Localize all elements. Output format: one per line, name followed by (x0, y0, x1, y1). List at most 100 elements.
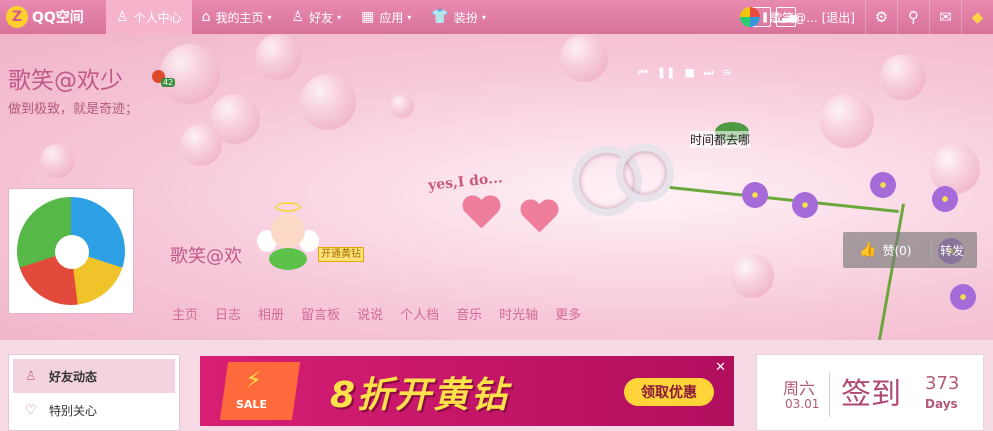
wedding-ring (616, 144, 674, 202)
thumbs-up-icon: 👍 (859, 242, 877, 258)
tag-bubble-text[interactable]: 时间都去哪 (690, 131, 751, 148)
decor-bead (180, 124, 222, 166)
claim-discount-button[interactable]: 领取优惠 (624, 378, 714, 406)
nav-my-homepage-label: 我的主页 (215, 10, 264, 25)
top-navigation-bar: Z QQ空间 ♙ 个人中心 ⌂ 我的主页 ▾ ♙ 好友 ▾ ▦ 应用 ▾ 👕 装… (0, 0, 993, 34)
decor-bead (40, 144, 74, 178)
decor-flower (930, 184, 960, 214)
profile-tab-album[interactable]: 相册 (258, 304, 284, 323)
decor-bead (300, 74, 356, 130)
user-avatar-small[interactable] (740, 7, 761, 27)
close-icon[interactable]: ✕ (715, 360, 726, 375)
nav-personal-center[interactable]: ♙ 个人中心 (106, 0, 192, 34)
checkin-day-unit: Days (925, 397, 958, 411)
topbar-user-area: 歌笑@... [退出] ⚙ ⚲ ✉ ◆ (740, 0, 993, 34)
logout-link[interactable]: [退出] (822, 9, 855, 26)
lightning-icon: ⚡ (246, 368, 262, 393)
profile-tab-profile[interactable]: 个人档 (400, 304, 439, 323)
decor-bead (820, 94, 874, 148)
music-player-controls: ⏮ ❚❚ ■ ⏭ ≡ (638, 66, 732, 80)
profile-signature: 做到极致，就是奇迹； (8, 102, 139, 117)
heart-icon: ♡ (25, 402, 37, 418)
profile-tab-home[interactable]: 主页 (172, 304, 198, 323)
chevron-down-icon: ▾ (267, 12, 272, 22)
stop-icon[interactable]: ■ (684, 66, 694, 80)
person-icon: ♙ (116, 9, 129, 25)
chevron-down-icon: ▾ (337, 12, 342, 22)
profile-avatar-frame[interactable] (8, 188, 134, 314)
qzone-logo-text: QQ空间 (32, 10, 84, 26)
halo-icon (275, 202, 301, 212)
nav-apps[interactable]: ▦ 应用 ▾ (351, 0, 421, 34)
promo-title: 8折开黄钻 (330, 375, 510, 416)
angel-pendant[interactable] (257, 202, 319, 272)
user-name-short[interactable]: 歌笑@... (770, 9, 817, 26)
gear-icon[interactable]: ⚙ (865, 0, 897, 34)
checkin-button[interactable]: 签到 (841, 369, 901, 413)
pause-icon[interactable]: ❚❚ (657, 66, 675, 80)
share-button[interactable]: 转发 (931, 239, 964, 261)
owner-name: 歌笑@欢 (170, 246, 242, 267)
decor-flower (948, 282, 978, 312)
like-share-box: 👍 赞(0) 转发 (843, 232, 977, 268)
qzone-logo[interactable]: Z QQ空间 (0, 0, 106, 34)
banner-yes-text: yes,I do... (427, 170, 504, 194)
nav-decorate-label: 装扮 (453, 10, 478, 25)
playlist-icon[interactable]: ≡ (723, 66, 732, 80)
promo-ad-banner[interactable]: ⚡ SALE 8折开黄钻 领取优惠 ✕ (200, 356, 734, 426)
level-number: 42 (161, 78, 176, 87)
previous-track-icon[interactable]: ⏮ (638, 66, 648, 80)
decor-flower (740, 180, 770, 210)
nav-my-homepage[interactable]: ⌂ 我的主页 ▾ (192, 0, 282, 34)
nav-friends-label: 好友 (309, 10, 334, 25)
nav-friends[interactable]: ♙ 好友 ▾ (282, 0, 352, 34)
chevron-down-icon: ▾ (481, 12, 486, 22)
profile-display-name[interactable]: 歌笑@欢少 (8, 61, 123, 95)
sidebar-item-special-care[interactable]: ♡ 特别关心 (13, 393, 175, 427)
nav-decorate[interactable]: 👕 装扮 ▾ (421, 0, 495, 34)
profile-nav: 主页 日志 相册 留言板 说说 个人档 音乐 时光轴 更多 (172, 304, 598, 323)
sidebar-item-friend-feed[interactable]: ♙ 好友动态 (13, 359, 175, 393)
nav-personal-center-label: 个人中心 (133, 10, 182, 25)
apps-grid-icon: ▦ (361, 9, 375, 25)
sidebar-item-label: 特别关心 (49, 403, 98, 418)
nav-apps-label: 应用 (379, 10, 404, 25)
search-icon[interactable]: ⚲ (897, 0, 929, 34)
share-label: 转发 (940, 243, 965, 258)
level-badge[interactable]: 42 (152, 70, 178, 88)
profile-banner: yes,I do... 歌笑@欢少 42 做到极致，就是奇迹； ⏮ ❚❚ ■ ⏭… (0, 34, 993, 340)
sale-label: SALE (236, 398, 267, 411)
profile-tab-blog[interactable]: 日志 (215, 304, 241, 323)
home-icon: ⌂ (201, 9, 211, 25)
decor-flower (868, 170, 898, 200)
decor-bead (560, 34, 608, 82)
sidebar-item-label: 好友动态 (49, 369, 98, 384)
yellow-diamond-icon[interactable]: ◆ (961, 0, 993, 34)
friends-icon: ♙ (291, 9, 305, 25)
mail-icon[interactable]: ✉ (929, 0, 961, 34)
checkin-card: 周六 03.01 签到 373 Days (756, 354, 984, 431)
divider (829, 373, 830, 417)
decor-heart (462, 196, 500, 228)
profile-tab-more[interactable]: 更多 (555, 304, 581, 323)
chevron-down-icon: ▾ (407, 12, 412, 22)
decor-bead (390, 94, 414, 118)
qzone-logo-icon: Z (6, 6, 28, 28)
checkin-date: 03.01 (785, 397, 820, 411)
profile-tab-shuoshuo[interactable]: 说说 (357, 304, 383, 323)
profile-tab-music[interactable]: 音乐 (456, 304, 482, 323)
decor-flower (790, 190, 820, 220)
like-button[interactable]: 👍 赞(0) (843, 242, 931, 259)
decor-bead (880, 54, 926, 100)
profile-tab-guestbook[interactable]: 留言板 (301, 304, 340, 323)
open-yellow-diamond-link[interactable]: 开通黄钻 (318, 247, 364, 262)
avatar (17, 197, 125, 305)
friends-feed-icon: ♙ (25, 368, 37, 384)
decor-bead (730, 254, 774, 298)
decor-vine (669, 186, 899, 214)
next-track-icon[interactable]: ⏭ (704, 66, 714, 80)
profile-tab-timeline[interactable]: 时光轴 (499, 304, 538, 323)
decor-heart (520, 200, 558, 232)
content-area: ♙ 好友动态 ♡ 特别关心 ⚡ SALE 8折开黄钻 领取优惠 ✕ 周六 03.… (0, 340, 993, 431)
left-sidebar: ♙ 好友动态 ♡ 特别关心 (8, 354, 180, 431)
